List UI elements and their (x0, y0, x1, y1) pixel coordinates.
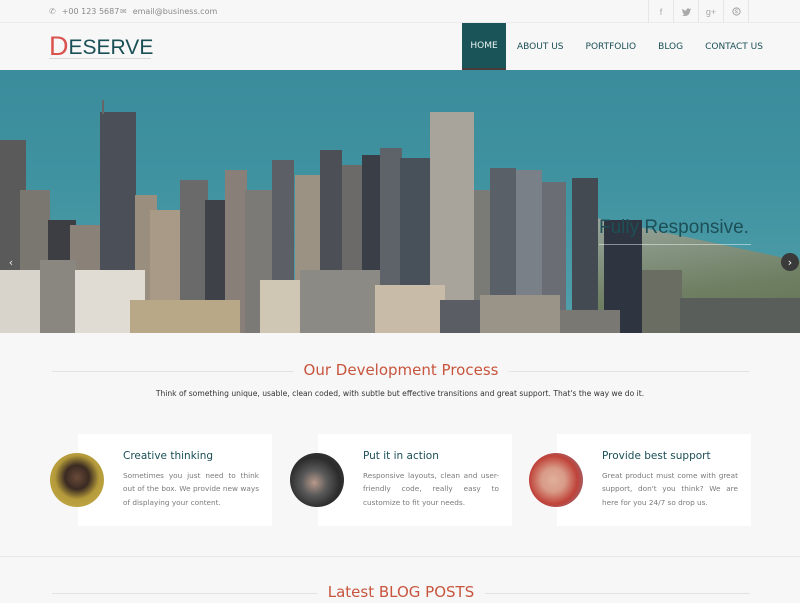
logo-underline (49, 58, 151, 59)
blog-heading: Latest BLOG POSTS (52, 583, 750, 603)
woman-avatar-image (50, 453, 104, 507)
twitter-icon[interactable] (674, 0, 699, 23)
hero-slider: Fully Responsive. ‹ › (0, 70, 800, 333)
skyline-building (560, 310, 620, 333)
phone-contact: ✆ +00 123 5687 (49, 0, 119, 23)
nav-contact-us[interactable]: CONTACT US (694, 23, 774, 70)
skyline-building (300, 270, 380, 333)
google-plus-icon[interactable]: g+ (699, 0, 724, 23)
phone-hand-avatar-image (290, 453, 344, 507)
phone-number: +00 123 5687 (61, 7, 120, 16)
skyline-building (572, 178, 598, 333)
envelope-icon: ✉ (120, 7, 127, 16)
slider-next-button[interactable]: › (781, 253, 799, 271)
logo[interactable]: D ESERVE (49, 31, 154, 61)
section-divider (0, 556, 800, 557)
process-subtitle: Think of something unique, usable, clean… (155, 389, 645, 398)
feature-text: Responsive layouts, clean and user-frien… (363, 471, 499, 507)
nav-blog[interactable]: BLOG (647, 23, 694, 70)
process-title: Our Development Process (293, 361, 509, 379)
city-skyline-image (0, 100, 800, 333)
logo-text: ESERVE (68, 36, 154, 59)
skyline-building (680, 298, 800, 333)
phone-icon: ✆ (49, 7, 56, 16)
skyline-building (642, 270, 682, 333)
feature-title: Put it in action (363, 450, 439, 462)
slide-caption: Fully Responsive. (599, 217, 749, 238)
logo-initial: D (49, 31, 69, 61)
feature-card: Put it in action Responsive layouts, cle… (290, 434, 512, 526)
main-nav: HOME ABOUT US PORTFOLIO BLOG CONTACT US (462, 23, 774, 70)
blog-title: Latest BLOG POSTS (317, 583, 485, 601)
process-heading: Our Development Process (52, 361, 750, 381)
feature-text: Great product must come with great suppo… (602, 471, 738, 507)
feature-card: Provide best support Great product must … (529, 434, 751, 526)
skyline-building (440, 300, 480, 333)
chevron-right-icon: › (787, 255, 793, 269)
skyline-building (102, 100, 104, 114)
top-bar: ✆ +00 123 5687 ✉ email@business.com f g+ (0, 0, 800, 23)
skyline-building (40, 260, 76, 333)
skyline-building (480, 295, 560, 333)
social-links: f g+ (648, 0, 749, 23)
feature-text: Sometimes you just need to think out of … (123, 471, 259, 507)
hands-avatar-image (529, 453, 583, 507)
facebook-icon[interactable]: f (649, 0, 674, 23)
skyline-building (375, 285, 445, 333)
chevron-left-icon: ‹ (8, 255, 14, 269)
skype-icon[interactable] (724, 0, 749, 23)
skyline-building (130, 300, 240, 333)
feature-title: Provide best support (602, 450, 711, 462)
feature-title: Creative thinking (123, 450, 214, 462)
site-header: D ESERVE HOME ABOUT US PORTFOLIO BLOG CO… (0, 23, 800, 70)
nav-about-us[interactable]: ABOUT US (506, 23, 575, 70)
skyline-building (0, 270, 40, 333)
nav-portfolio[interactable]: PORTFOLIO (575, 23, 648, 70)
slider-prev-button[interactable]: ‹ (2, 253, 20, 271)
nav-home[interactable]: HOME (462, 23, 506, 70)
caption-underline (599, 244, 751, 245)
email-address[interactable]: email@business.com (133, 7, 218, 16)
email-contact[interactable]: ✉ email@business.com (120, 0, 217, 23)
feature-card: Creative thinking Sometimes you just nee… (50, 434, 272, 526)
